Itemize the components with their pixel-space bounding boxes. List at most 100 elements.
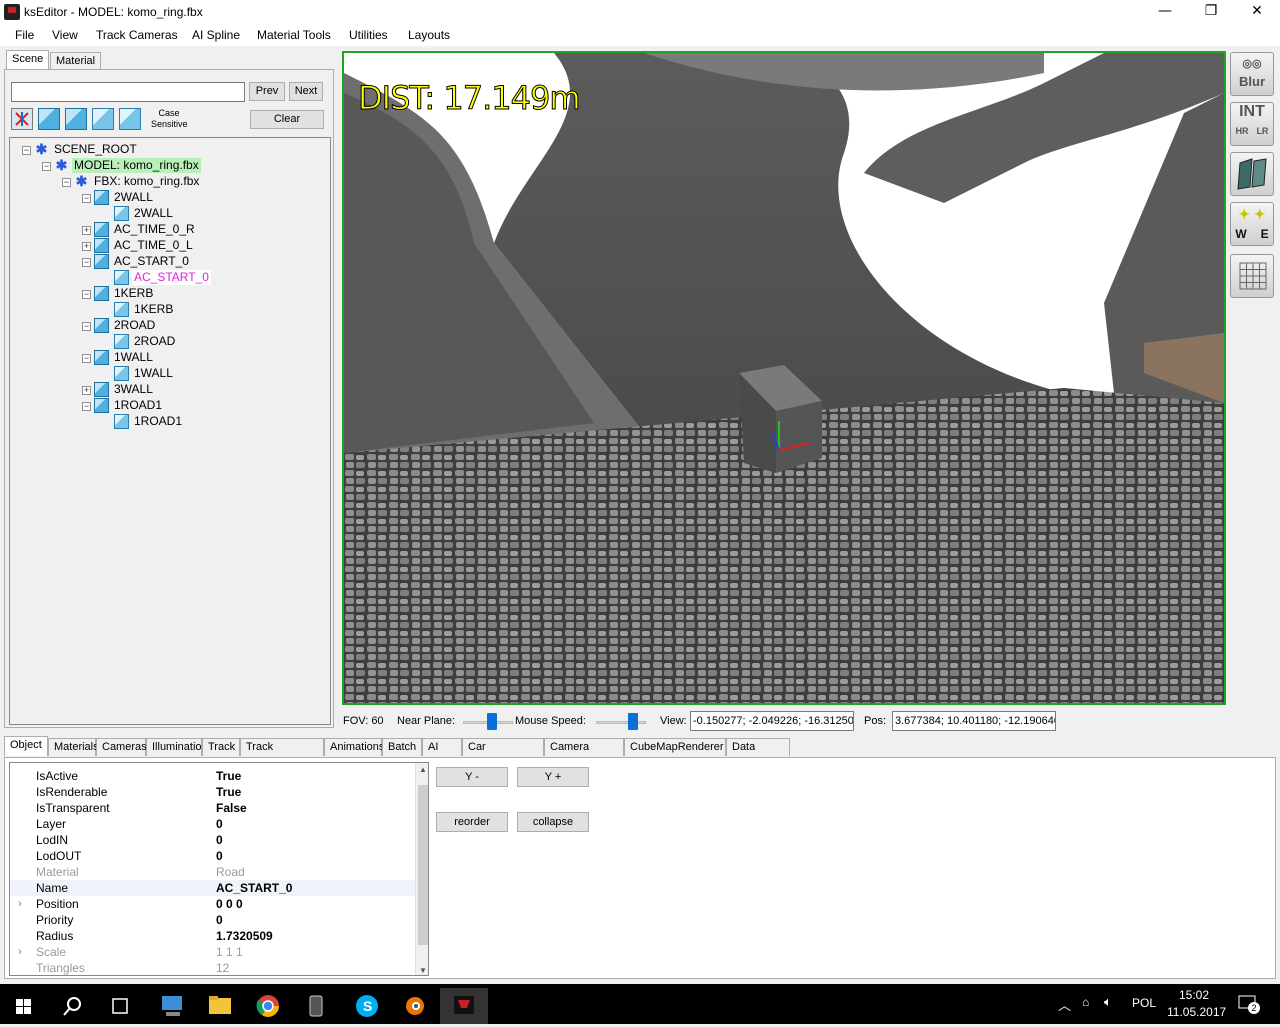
expand-property-icon[interactable]: › (18, 896, 22, 912)
expand-icon[interactable]: + (82, 226, 91, 235)
expand-icon[interactable]: + (82, 386, 91, 395)
property-value[interactable]: False (216, 800, 247, 816)
glass-panels-icon[interactable] (1230, 152, 1274, 196)
int-hr-lr-button[interactable]: INT HR LR (1230, 102, 1274, 146)
search-icon[interactable] (48, 988, 96, 1024)
scene-tree[interactable]: − ✱ SCENE_ROOT − ✱ MODEL: komo_ring.fbx − ✱ FBX:… (9, 137, 331, 725)
property-row[interactable]: IsTransparent False (10, 800, 415, 816)
ks-editor-taskbar-icon[interactable] (440, 988, 488, 1024)
collapse-icon[interactable]: − (62, 178, 71, 187)
clock-time[interactable]: 15:02 (1179, 988, 1209, 1002)
prev-button[interactable]: Prev (249, 82, 285, 101)
property-value[interactable]: 12 (216, 960, 229, 975)
tab-object[interactable]: Object (4, 736, 48, 756)
property-value[interactable]: Road (216, 864, 245, 880)
property-value[interactable]: 0 (216, 816, 223, 832)
mouse-speed-slider[interactable] (596, 713, 646, 731)
scroll-up-icon[interactable]: ▲ (419, 765, 427, 774)
property-row[interactable]: IsRenderable True (10, 784, 415, 800)
tab-materials[interactable]: Materials (48, 738, 99, 756)
property-value[interactable]: True (216, 784, 241, 800)
maximize-button[interactable]: ❐ (1188, 0, 1234, 24)
collapse-icon[interactable]: − (82, 322, 91, 331)
collapse-icon[interactable]: − (82, 258, 91, 267)
position-field[interactable]: 3.677384; 10.401180; -12.190640 (892, 711, 1056, 731)
y-minus-button[interactable]: Y - (436, 767, 508, 787)
property-row[interactable]: LodIN 0 (10, 832, 415, 848)
next-button[interactable]: Next (289, 82, 323, 101)
language-indicator[interactable]: POL (1132, 996, 1156, 1010)
tab-illumination[interactable]: Illumination (146, 738, 208, 756)
y-plus-button[interactable]: Y + (517, 767, 589, 787)
action-center-icon[interactable]: 2 (1238, 994, 1260, 1014)
search-input[interactable] (11, 82, 245, 102)
skype-icon[interactable]: S (342, 988, 390, 1024)
task-view-icon[interactable] (96, 988, 144, 1024)
chrome-icon[interactable] (244, 988, 292, 1024)
filter-node-icon[interactable] (65, 108, 87, 130)
property-value[interactable]: 1.7320509 (216, 928, 273, 944)
expand-icon[interactable]: + (82, 242, 91, 251)
menu-track-cameras[interactable]: Track Cameras (96, 28, 178, 42)
tab-cubemaprenderer[interactable]: CubeMapRenderer (624, 738, 726, 756)
property-value[interactable]: 1 1 1 (216, 944, 243, 960)
property-row[interactable]: Layer 0 (10, 816, 415, 832)
collapse-icon[interactable]: − (82, 290, 91, 299)
tab-cameras[interactable]: Cameras (96, 738, 147, 756)
blur-toggle-button[interactable]: ◎◎ Blur (1230, 52, 1274, 96)
tab-animations[interactable]: Animations (324, 738, 384, 756)
property-row[interactable]: LodOUT 0 (10, 848, 415, 864)
property-value[interactable]: 0 0 0 (216, 896, 243, 912)
network-icon[interactable]: ⌂ (1082, 995, 1089, 1009)
menu-file[interactable]: File (15, 28, 34, 42)
grid-icon[interactable] (1230, 254, 1274, 298)
menu-layouts[interactable]: Layouts (408, 28, 450, 42)
near-plane-slider[interactable] (463, 713, 513, 731)
property-scrollbar[interactable]: ▲ ▼ (415, 763, 428, 975)
collapse-icon[interactable]: − (42, 162, 51, 171)
tab-batch[interactable]: Batch (382, 738, 422, 756)
blender-icon[interactable] (390, 988, 438, 1024)
collapse-icon[interactable]: − (82, 194, 91, 203)
tab-track[interactable]: Track (202, 738, 240, 756)
tab-material[interactable]: Material (50, 52, 102, 70)
computer-app-icon[interactable] (148, 988, 196, 1024)
tab-ai[interactable]: AI (422, 738, 462, 756)
property-row[interactable]: › Scale 1 1 1 (10, 944, 415, 960)
3d-viewport[interactable]: DIST: 17.149m (342, 51, 1226, 705)
property-row[interactable]: Material Road (10, 864, 415, 880)
clock-date[interactable]: 11.05.2017 (1167, 1005, 1226, 1019)
menu-view[interactable]: View (52, 28, 78, 42)
scroll-down-icon[interactable]: ▼ (419, 966, 427, 975)
tab-track-cameras[interactable]: Track Cameras (240, 738, 324, 769)
minimize-button[interactable]: — (1142, 0, 1188, 24)
property-value[interactable]: 0 (216, 832, 223, 848)
property-value[interactable]: 0 (216, 912, 223, 928)
reorder-button[interactable]: reorder (436, 812, 508, 832)
expand-property-icon[interactable]: › (18, 944, 22, 960)
volume-icon[interactable]: 🔈︎ (1104, 994, 1112, 1010)
property-value[interactable]: 0 (216, 848, 223, 864)
collapse-icon[interactable]: − (22, 146, 31, 155)
filter-dummy-icon[interactable] (119, 108, 141, 130)
property-row[interactable]: › Position 0 0 0 (10, 896, 415, 912)
property-grid[interactable]: IsActive True IsRenderable True IsTransparen… (9, 762, 429, 976)
near-plane-thumb[interactable] (487, 713, 497, 730)
phone-app-icon[interactable] (292, 988, 340, 1024)
tab-car-animations[interactable]: Car Animations (462, 738, 544, 769)
tab-data-scripts[interactable]: Data Scripts (726, 738, 790, 769)
property-row[interactable]: Triangles 12 (10, 960, 415, 975)
collapse-button[interactable]: collapse (517, 812, 589, 832)
start-button[interactable] (0, 988, 48, 1024)
menu-material-tools[interactable]: Material Tools (257, 28, 331, 42)
clear-button[interactable]: Clear (250, 110, 324, 129)
menu-utilities[interactable]: Utilities (349, 28, 388, 42)
property-row[interactable]: Priority 0 (10, 912, 415, 928)
collapse-icon[interactable]: − (82, 402, 91, 411)
property-value[interactable]: AC_START_0 (216, 880, 292, 896)
case-sensitive-toggle[interactable]: Case Sensitive (151, 108, 188, 130)
property-value[interactable]: True (216, 768, 241, 784)
collapse-icon[interactable]: − (82, 354, 91, 363)
tab-scene[interactable]: Scene (6, 50, 50, 70)
property-row[interactable]: Name AC_START_0 (10, 880, 415, 896)
